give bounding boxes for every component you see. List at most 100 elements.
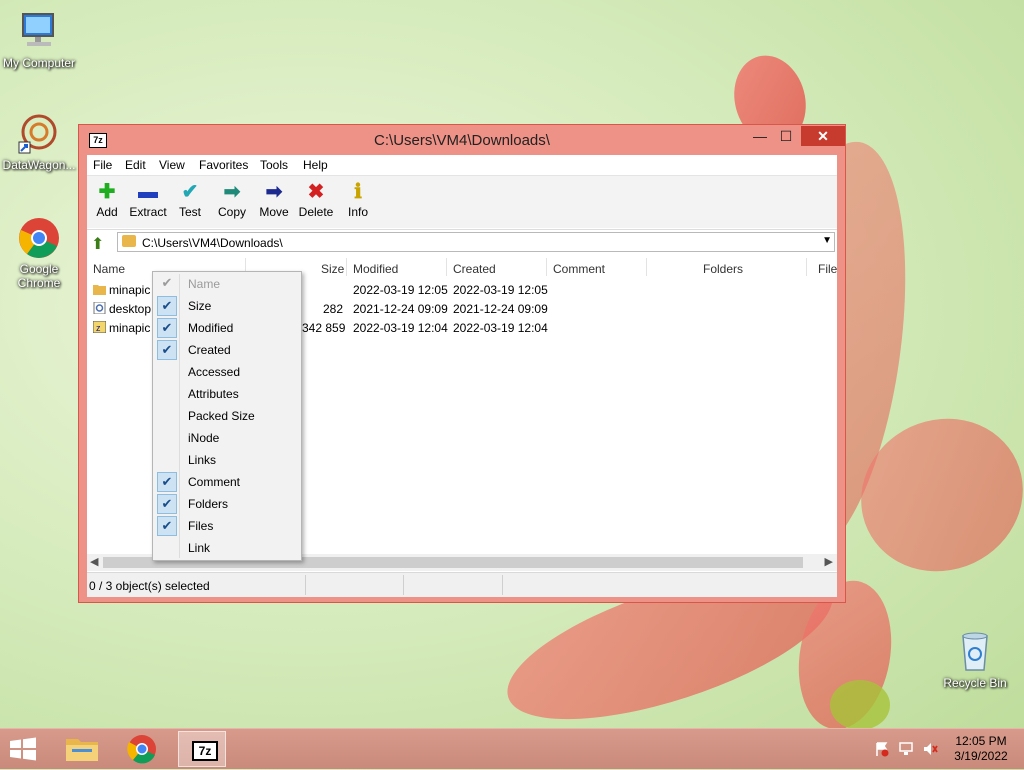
menu-item-label: Packed Size [188, 409, 255, 423]
menu-item-label: Created [188, 343, 231, 357]
menu-item-inode[interactable]: iNode [155, 427, 299, 449]
status-text: 0 / 3 object(s) selected [89, 579, 210, 593]
folder-up-icon[interactable]: ⬆ [91, 234, 104, 254]
status-divider [403, 575, 404, 595]
info-button-label: Info [347, 205, 368, 219]
cell-created: 2022-03-19 12:05 [453, 283, 548, 297]
menu-item-label: Files [188, 519, 214, 533]
cell-size: 282 [323, 302, 344, 316]
svg-text:z: z [96, 323, 101, 333]
cell-size: 342 859 [302, 321, 346, 335]
minimize-button[interactable]: — [747, 126, 773, 146]
move-button[interactable]: ➡ Move [253, 180, 295, 219]
desktop-icon-my-computer[interactable]: My Computer [1, 10, 77, 70]
computer-icon [17, 10, 61, 54]
column-header-files[interactable]: File [818, 262, 837, 276]
scroll-right-icon[interactable]: ▶ [825, 555, 833, 568]
menu-item-label: Name [188, 277, 221, 291]
menu-item-label: Attributes [188, 387, 239, 401]
checkmark-icon: ✔ [157, 318, 177, 338]
menu-item-packed-size[interactable]: Packed Size [155, 405, 299, 427]
scroll-left-icon[interactable]: ◀ [90, 555, 98, 568]
column-divider[interactable] [446, 258, 447, 276]
delete-button[interactable]: ✖ Delete [295, 180, 337, 219]
test-button[interactable]: ✔ Test [169, 180, 211, 219]
address-input[interactable]: C:\Users\VM4\Downloads\ ▼ [117, 232, 835, 252]
column-header-created[interactable]: Created [453, 262, 496, 276]
info-button[interactable]: ℹ Info [337, 180, 379, 219]
extract-button[interactable]: ▬ Extract [127, 180, 169, 219]
menu-view[interactable]: View [159, 158, 185, 172]
menu-item-comment[interactable]: ✔ Comment [155, 471, 299, 493]
datawagon-icon [17, 112, 61, 156]
recycle-bin-icon [953, 630, 997, 674]
plus-icon: ✚ [98, 181, 116, 203]
menu-item-accessed[interactable]: Accessed [155, 361, 299, 383]
start-button[interactable] [8, 737, 38, 761]
taskbar-google-chrome[interactable] [118, 731, 166, 767]
menu-tools[interactable]: Tools [260, 158, 288, 172]
menu-item-created[interactable]: ✔ Created [155, 339, 299, 361]
window-title: C:\Users\VM4\Downloads\ [374, 132, 550, 149]
maximize-button[interactable]: ☐ [773, 126, 799, 146]
checkmark-icon: ✔ [161, 275, 173, 290]
menu-item-name: ✔ Name [155, 273, 299, 295]
status-divider [502, 575, 503, 595]
column-header-name[interactable]: Name [93, 262, 125, 276]
delete-button-label: Delete [298, 205, 334, 219]
column-header-comment[interactable]: Comment [553, 262, 605, 276]
checkmark-icon: ✔ [157, 340, 177, 360]
menu-item-label: Links [188, 453, 217, 467]
settings-file-icon [93, 302, 106, 314]
menu-item-folders[interactable]: ✔ Folders [155, 493, 299, 515]
column-divider[interactable] [346, 258, 347, 276]
menu-item-links[interactable]: Links [155, 449, 299, 471]
desktop-icon-label: DataWagon... [2, 158, 76, 172]
menu-item-label: Size [188, 299, 212, 313]
menu-item-label: Modified [188, 321, 234, 335]
cell-name: minapic [109, 321, 151, 335]
column-header-folders[interactable]: Folders [703, 262, 743, 276]
desktop-icon-google-chrome[interactable]: Google Chrome [1, 216, 77, 290]
status-bar: 0 / 3 object(s) selected [87, 572, 837, 597]
column-header-size[interactable]: Size [321, 262, 344, 276]
taskbar-file-explorer[interactable] [58, 731, 106, 767]
clock-time: 12:05 PM [955, 734, 1007, 748]
column-divider[interactable] [806, 258, 807, 276]
desktop-icon-datawagon[interactable]: DataWagon... [1, 112, 77, 172]
move-button-label: Move [259, 205, 289, 219]
column-header-modified[interactable]: Modified [353, 262, 398, 276]
menu-item-size[interactable]: ✔ Size [155, 295, 299, 317]
add-button[interactable]: ✚ Add [86, 180, 128, 219]
menu-edit[interactable]: Edit [125, 158, 146, 172]
chevron-down-icon[interactable]: ▼ [822, 235, 832, 246]
address-path: C:\Users\VM4\Downloads\ [142, 236, 283, 250]
menu-item-attributes[interactable]: Attributes [155, 383, 299, 405]
column-divider[interactable] [546, 258, 547, 276]
menu-item-files[interactable]: ✔ Files [155, 515, 299, 537]
chrome-icon [127, 735, 156, 764]
title-bar[interactable]: 7z C:\Users\VM4\Downloads\ — ☐ ✕ [79, 125, 845, 155]
volume-muted-icon[interactable] [922, 741, 938, 757]
copy-arrow-icon: ➡ [223, 181, 241, 203]
menu-item-modified[interactable]: ✔ Modified [155, 317, 299, 339]
address-bar: ⬆ C:\Users\VM4\Downloads\ ▼ [87, 229, 837, 257]
column-divider[interactable] [646, 258, 647, 276]
taskbar-7zip[interactable]: 7z [178, 731, 226, 767]
menu-file[interactable]: File [93, 158, 112, 172]
close-button[interactable]: ✕ [801, 126, 845, 146]
cell-name: minapic [109, 283, 151, 297]
checkmark-icon: ✔ [157, 472, 177, 492]
system-clock[interactable]: 12:05 PM 3/19/2022 [948, 734, 1014, 764]
cell-modified: 2021-12-24 09:09 [353, 302, 448, 316]
menu-help[interactable]: Help [303, 158, 328, 172]
copy-button[interactable]: ➡ Copy [211, 180, 253, 219]
action-center-flag-icon[interactable] [874, 741, 890, 757]
checkmark-icon: ✔ [157, 296, 177, 316]
folder-icon [122, 235, 136, 247]
network-icon[interactable] [898, 741, 914, 757]
menu-favorites[interactable]: Favorites [199, 158, 248, 172]
menu-item-link[interactable]: Link [155, 537, 299, 559]
desktop-icon-recycle-bin[interactable]: Recycle Bin [937, 630, 1013, 690]
desktop-icon-label: My Computer [2, 56, 76, 70]
